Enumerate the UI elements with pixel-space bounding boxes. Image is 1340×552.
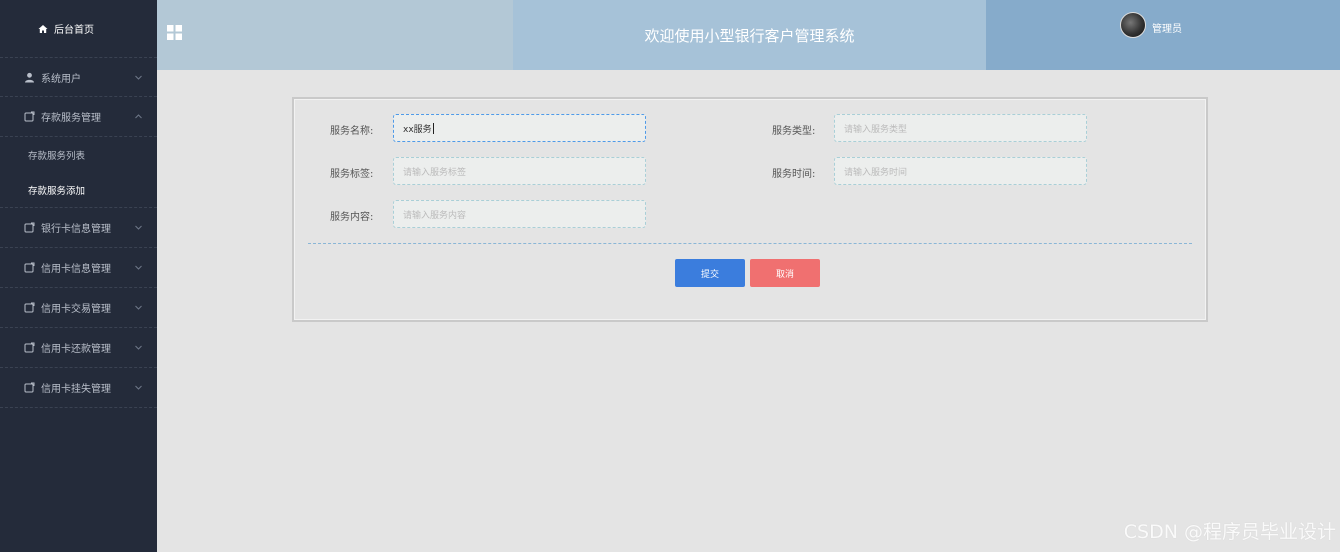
folder-icon bbox=[24, 111, 35, 122]
service-time-input[interactable]: 请输入服务时间 bbox=[834, 157, 1087, 185]
top-header: 欢迎使用小型银行客户管理系统 管理员 bbox=[157, 0, 1340, 70]
sidebar-subitem-deposit-add[interactable]: 存款服务添加 bbox=[0, 172, 157, 207]
header-left-panel bbox=[157, 0, 513, 70]
sidebar-home[interactable]: 后台首页 bbox=[0, 0, 157, 57]
sidebar-item-credit-transaction[interactable]: 信用卡交易管理 bbox=[0, 288, 157, 328]
sidebar-item-deposit-service[interactable]: 存款服务管理 bbox=[0, 97, 157, 137]
chevron-down-icon bbox=[135, 345, 142, 350]
text-cursor-icon bbox=[432, 122, 434, 134]
home-icon bbox=[38, 24, 48, 33]
chevron-down-icon bbox=[135, 385, 142, 390]
folder-icon bbox=[24, 262, 35, 273]
sidebar-item-label: 系统用户 bbox=[41, 73, 81, 85]
sidebar-submenu: 存款服务列表 存款服务添加 bbox=[0, 137, 157, 208]
chevron-down-icon bbox=[135, 265, 142, 270]
sidebar-home-label: 后台首页 bbox=[54, 25, 94, 36]
service-content-label: 服务内容: bbox=[330, 212, 374, 223]
chevron-down-icon bbox=[135, 305, 142, 310]
service-name-input[interactable]: xx服务 bbox=[393, 114, 646, 142]
service-type-input[interactable]: 请输入服务类型 bbox=[834, 114, 1087, 142]
service-add-form: 服务名称: xx服务 服务类型: 请输入服务类型 服务标签: 请输入服务标签 服… bbox=[292, 97, 1208, 322]
service-name-value: xx服务 bbox=[403, 124, 432, 135]
service-content-input[interactable]: 请输入服务内容 bbox=[393, 200, 646, 228]
service-time-label: 服务时间: bbox=[772, 169, 816, 180]
folder-icon bbox=[24, 382, 35, 393]
avatar[interactable] bbox=[1120, 12, 1146, 38]
sidebar-item-label: 信用卡挂失管理 bbox=[41, 384, 111, 395]
folder-icon bbox=[24, 302, 35, 313]
sidebar-item-label: 信用卡交易管理 bbox=[41, 304, 111, 315]
header-title-panel: 欢迎使用小型银行客户管理系统 bbox=[513, 0, 986, 70]
form-divider bbox=[308, 243, 1192, 244]
sidebar-item-label: 信用卡还款管理 bbox=[41, 344, 111, 355]
sidebar-item-credit-loss[interactable]: 信用卡挂失管理 bbox=[0, 368, 157, 408]
chevron-up-icon bbox=[135, 114, 142, 119]
service-tag-label: 服务标签: bbox=[330, 169, 374, 180]
sidebar-item-credit-repayment[interactable]: 信用卡还款管理 bbox=[0, 328, 157, 368]
user-name[interactable]: 管理员 bbox=[1152, 20, 1182, 35]
cancel-button[interactable]: 取消 bbox=[750, 259, 820, 287]
sidebar-item-label: 存款服务管理 bbox=[41, 113, 101, 124]
sidebar-item-credit-card[interactable]: 信用卡信息管理 bbox=[0, 248, 157, 288]
service-type-label: 服务类型: bbox=[772, 126, 816, 137]
folder-icon bbox=[24, 222, 35, 233]
chevron-down-icon bbox=[135, 225, 142, 230]
folder-icon bbox=[24, 342, 35, 353]
chevron-down-icon bbox=[135, 75, 142, 80]
system-title: 欢迎使用小型银行客户管理系统 bbox=[644, 26, 855, 45]
header-user-panel: 管理员 bbox=[986, 0, 1340, 70]
sidebar-subitem-deposit-list[interactable]: 存款服务列表 bbox=[0, 137, 157, 172]
sidebar-item-system-users[interactable]: 系统用户 bbox=[0, 57, 157, 97]
sidebar-item-label: 银行卡信息管理 bbox=[41, 224, 111, 235]
submit-button[interactable]: 提交 bbox=[675, 259, 745, 287]
user-icon bbox=[25, 72, 34, 82]
service-name-label: 服务名称: bbox=[330, 126, 374, 137]
sidebar-item-bank-card[interactable]: 银行卡信息管理 bbox=[0, 208, 157, 248]
grid-menu-icon[interactable] bbox=[167, 25, 182, 40]
watermark: CSDN @程序员毕业设计 bbox=[1123, 521, 1336, 543]
service-tag-input[interactable]: 请输入服务标签 bbox=[393, 157, 646, 185]
sidebar-item-label: 信用卡信息管理 bbox=[41, 264, 111, 275]
sidebar: 后台首页 系统用户 存款服务管理 存款服务列表 存款服务添加 银行卡信息管理 信… bbox=[0, 0, 157, 552]
